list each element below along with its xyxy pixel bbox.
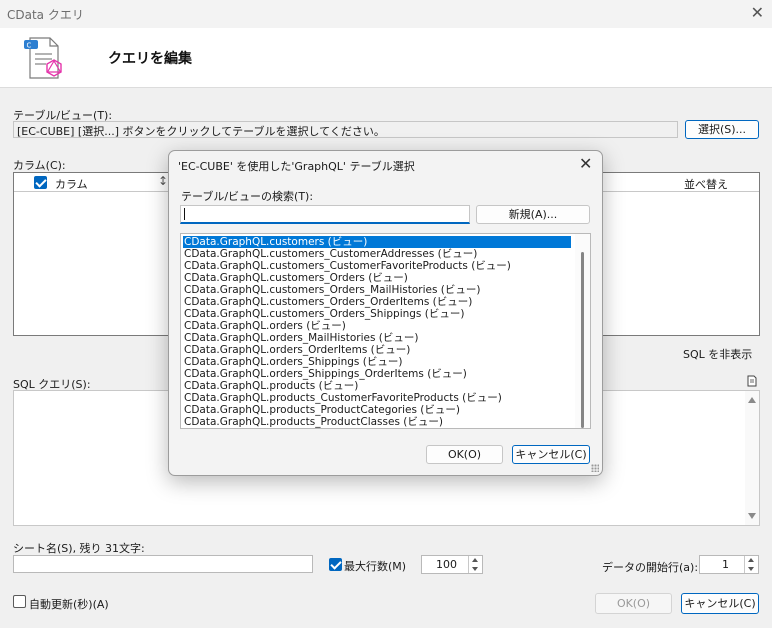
dialog-cancel-button[interactable]: キャンセル(C) [512,445,590,464]
table-view-value: [EC-CUBE] [選択...] ボタンをクリックしてテーブルを選択してくださ… [17,125,385,138]
dialog-close-icon[interactable]: ✕ [579,154,592,173]
dialog-ok-button[interactable]: OK(O) [426,445,503,464]
svg-text:C: C [27,42,32,50]
dialog-title: 'EC-CUBE' を使用した'GraphQL' テーブル選択 [178,160,415,173]
max-rows-value: 100 [436,558,457,571]
start-row-value: 1 [722,558,729,571]
max-rows-up[interactable] [469,556,482,565]
list-item[interactable]: CData.GraphQL.products (ビュー) [183,380,358,392]
document-graphql-icon: C [24,37,62,79]
start-row-down[interactable] [745,565,758,574]
list-item[interactable]: CData.GraphQL.customers_Orders_MailHisto… [183,284,480,296]
header-panel: C クエリを編集 [0,28,772,88]
list-item[interactable]: CData.GraphQL.products_CustomerFavoriteP… [183,392,502,404]
table-view-field: [EC-CUBE] [選択...] ボタンをクリックしてテーブルを選択してくださ… [13,121,678,138]
columns-label: カラム(C): [13,159,66,172]
max-rows-checkbox[interactable] [329,558,342,571]
cancel-button[interactable]: キャンセル(C) [681,593,759,614]
scroll-down-icon[interactable] [748,513,756,519]
max-rows-label: 最大行数(M) [344,560,407,573]
list-item[interactable]: CData.GraphQL.customers (ビュー) [183,236,571,248]
select-all-checkbox[interactable] [34,176,47,189]
sheet-name-input[interactable] [13,555,313,573]
search-label: テーブル/ビューの検索(T): [181,190,314,203]
list-item[interactable]: CData.GraphQL.orders_Shippings_OrderItem… [183,368,467,380]
list-item[interactable]: CData.GraphQL.products_ProductClasses (ビ… [183,416,443,428]
header-title: クエリを編集 [108,51,192,67]
hide-sql-link[interactable]: SQL を非表示 [683,346,752,362]
start-row-label: データの開始行(a): [602,561,699,574]
scroll-up-icon[interactable] [748,397,756,403]
max-rows-stepper[interactable]: 100 [421,555,483,574]
max-rows-down[interactable] [469,565,482,574]
start-row-stepper[interactable]: 1 [699,555,759,574]
start-row-up[interactable] [745,556,758,565]
list-item[interactable]: CData.GraphQL.orders (ビュー) [183,320,346,332]
sort-icon[interactable]: ↕ [158,174,168,188]
column-header-sort[interactable]: 並べ替え [684,176,728,192]
search-input[interactable] [180,205,470,224]
table-list[interactable]: CData.GraphQL.customers (ビュー) CData.Grap… [180,233,591,429]
close-icon[interactable]: ✕ [751,3,764,22]
list-item[interactable]: CData.GraphQL.customers_Orders_Shippings… [183,308,464,320]
select-table-button[interactable]: 選択(S)... [685,120,759,139]
new-button[interactable]: 新規(A)... [476,205,590,224]
text-cursor [184,208,185,220]
new-document-icon[interactable] [746,375,758,387]
list-item[interactable]: CData.GraphQL.customers_Orders_OrderItem… [183,296,472,308]
list-item[interactable]: CData.GraphQL.products_ProductCategories… [183,404,460,416]
list-item[interactable]: CData.GraphQL.orders_OrderItems (ビュー) [183,344,410,356]
column-header-name[interactable]: カラム [55,176,88,192]
list-scrollbar-thumb[interactable] [581,252,584,428]
auto-refresh-checkbox[interactable] [13,595,26,608]
ok-button[interactable]: OK(O) [595,593,672,614]
auto-refresh-label: 自動更新(秒)(A) [29,598,109,611]
sql-scrollbar[interactable] [745,391,759,525]
list-item[interactable]: CData.GraphQL.orders_MailHistories (ビュー) [183,332,418,344]
window-title: CData クエリ [7,8,84,22]
list-item[interactable]: CData.GraphQL.customers_CustomerAddresse… [183,248,477,260]
sheet-name-label: シート名(S), 残り 31文字: [13,542,145,555]
list-item[interactable]: CData.GraphQL.customers_Orders (ビュー) [183,272,408,284]
table-select-dialog: 'EC-CUBE' を使用した'GraphQL' テーブル選択 ✕ テーブル/ビ… [168,150,603,476]
resize-grip-icon[interactable] [591,464,599,472]
list-item[interactable]: CData.GraphQL.orders_Shippings (ビュー) [183,356,402,368]
list-scrollbar[interactable] [575,234,590,428]
list-item[interactable]: CData.GraphQL.customers_CustomerFavorite… [183,260,511,272]
title-bar: CData クエリ ✕ [0,0,772,28]
